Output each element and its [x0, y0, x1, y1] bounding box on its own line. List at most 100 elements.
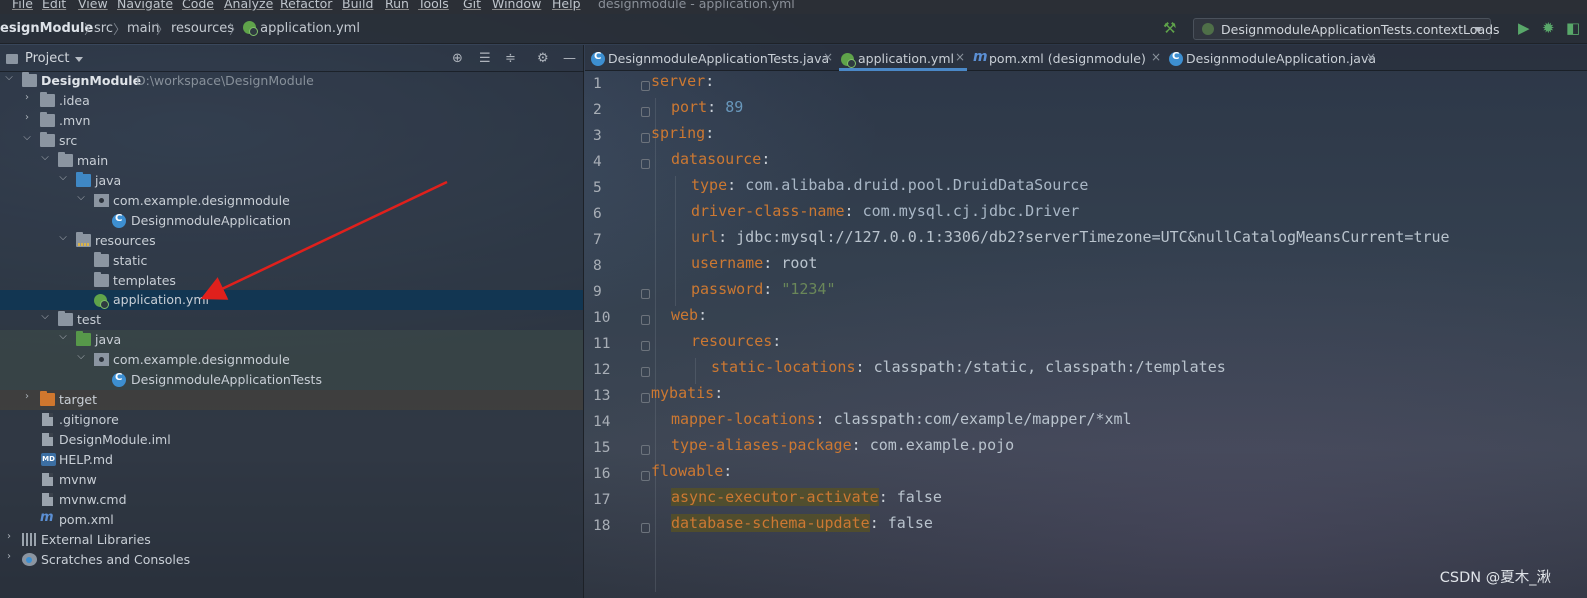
code-line: url: jdbc:mysql://127.0.0.1:3306/db2?ser… — [691, 228, 1450, 254]
tree-item-iml[interactable]: DesignModule.iml — [0, 430, 583, 450]
tree-item-label: test — [77, 312, 102, 327]
menu-help[interactable]: Help — [552, 0, 581, 11]
fold-marker-icon[interactable] — [641, 367, 650, 377]
tree-item-package[interactable]: ⌵ com.example.designmodule — [0, 191, 583, 211]
tab-tests-java[interactable]: DesignmoduleApplicationTests.java × — [585, 45, 835, 71]
folder-icon — [58, 311, 73, 326]
menu-navigate[interactable]: Navigate — [117, 0, 173, 11]
debug-bug-icon[interactable]: ✹ — [1542, 19, 1555, 37]
tree-item-application-class[interactable]: DesignmoduleApplication — [0, 211, 583, 231]
chevron-right-icon[interactable]: › — [22, 112, 32, 123]
menu-analyze[interactable]: Analyze — [224, 0, 273, 11]
tree-item-test-package[interactable]: ⌵ com.example.designmodule — [0, 350, 583, 370]
fold-marker-icon[interactable] — [641, 133, 650, 143]
tree-item-pom[interactable]: m pom.xml — [0, 510, 583, 530]
tree-item-main-java[interactable]: ⌵ java — [0, 171, 583, 191]
tree-item-templates[interactable]: templates — [0, 271, 583, 291]
expand-all-icon[interactable]: ☰ — [479, 51, 491, 66]
fold-marker-icon[interactable] — [641, 471, 650, 481]
tree-item-help-md[interactable]: MD HELP.md — [0, 450, 583, 470]
menu-tools[interactable]: Tools — [418, 0, 449, 11]
fold-marker-icon[interactable] — [641, 523, 650, 533]
menu-code[interactable]: Code — [182, 0, 214, 11]
tree-item-test-java[interactable]: ⌵ java — [0, 330, 583, 350]
tree-item-tests-class[interactable]: DesignmoduleApplicationTests — [0, 370, 583, 390]
locate-target-icon[interactable]: ⊕ — [452, 51, 463, 66]
close-icon[interactable]: × — [1366, 50, 1376, 64]
yaml-colon: : — [869, 514, 888, 532]
tab-application-java[interactable]: DesignmoduleApplication.java × — [1169, 45, 1379, 71]
chevron-down-icon[interactable]: ⌵ — [40, 311, 50, 322]
chevron-down-icon[interactable] — [75, 57, 83, 62]
tree-item-scratches[interactable]: › Scratches and Consoles — [0, 550, 583, 570]
chevron-down-icon[interactable]: ⌵ — [22, 132, 32, 143]
fold-marker-icon[interactable] — [641, 289, 650, 299]
build-hammer-icon[interactable]: ⚒ — [1163, 19, 1176, 37]
code-content[interactable]: server: port: 89 spring: datasource: typ… — [651, 72, 1587, 598]
junit-config-icon — [1202, 23, 1214, 35]
hide-panel-icon[interactable]: — — [563, 51, 576, 66]
tab-application-yml[interactable]: application.yml × — [839, 45, 967, 71]
package-icon — [94, 194, 109, 207]
fold-marker-icon[interactable] — [641, 107, 650, 117]
breadcrumb-file[interactable]: application.yml — [243, 21, 360, 36]
breadcrumb-main[interactable]: main — [127, 21, 159, 36]
menu-run[interactable]: Run — [385, 0, 409, 11]
fold-marker-icon[interactable] — [641, 159, 650, 169]
chevron-down-icon[interactable]: ⌵ — [4, 72, 14, 83]
line-number: 18 — [593, 518, 611, 534]
tree-item-mvnw[interactable]: mvnw — [0, 470, 583, 490]
chevron-down-icon[interactable]: ⌵ — [58, 331, 68, 342]
chevron-right-icon[interactable]: › — [22, 391, 32, 402]
close-icon[interactable]: × — [955, 50, 965, 64]
tree-item-target[interactable]: › target — [0, 390, 583, 410]
menu-refactor[interactable]: Refactor — [280, 0, 332, 11]
fold-marker-icon[interactable] — [641, 341, 650, 351]
chevron-right-icon[interactable]: › — [4, 551, 14, 562]
tree-item-gitignore[interactable]: .gitignore — [0, 410, 583, 430]
tree-item-application-yml[interactable]: application.yml — [0, 290, 583, 310]
tree-item-static[interactable]: static — [0, 251, 583, 271]
close-icon[interactable]: × — [1151, 50, 1161, 64]
menu-file[interactable]: File — [12, 0, 33, 11]
gear-icon[interactable]: ⚙ — [537, 51, 549, 66]
tree-item-project-root[interactable]: ⌵ DesignModule D:\workspace\DesignModule — [0, 71, 583, 91]
chevron-down-icon[interactable]: ⌵ — [58, 172, 68, 183]
tree-item-idea[interactable]: › .idea — [0, 91, 583, 111]
tab-pom-xml[interactable]: m pom.xml (designmodule) × — [973, 45, 1163, 71]
menu-edit[interactable]: Edit — [42, 0, 66, 11]
fold-marker-icon[interactable] — [641, 393, 650, 403]
run-configuration-selector[interactable]: DesignmoduleApplicationTests.contextLoad… — [1193, 18, 1500, 40]
chevron-right-icon[interactable]: › — [4, 531, 14, 542]
yaml-colon: : — [707, 98, 726, 116]
menu-build[interactable]: Build — [342, 0, 373, 11]
breadcrumb-resources[interactable]: resources — [171, 21, 234, 36]
fold-marker-icon[interactable] — [641, 81, 650, 91]
tree-item-src[interactable]: ⌵ src — [0, 131, 583, 151]
menu-view[interactable]: View — [78, 0, 108, 11]
tree-item-mvnw-cmd[interactable]: mvnw.cmd — [0, 490, 583, 510]
tree-item-mvn[interactable]: › .mvn — [0, 111, 583, 131]
tree-item-external-libraries[interactable]: › External Libraries — [0, 530, 583, 550]
close-icon[interactable]: × — [823, 50, 833, 64]
yaml-key: type-aliases-package — [671, 436, 852, 454]
breadcrumb-project[interactable]: esignModule — [0, 21, 93, 36]
chevron-down-icon[interactable]: ⌵ — [40, 152, 50, 163]
tree-item-main[interactable]: ⌵ main — [0, 151, 583, 171]
run-icon[interactable]: ▶ — [1518, 19, 1530, 37]
tree-item-test[interactable]: ⌵ test — [0, 310, 583, 330]
breadcrumb-src[interactable]: src — [94, 21, 113, 36]
menu-git[interactable]: Git — [463, 0, 481, 11]
chevron-down-icon[interactable]: ⌵ — [76, 351, 86, 362]
tree-item-resources[interactable]: ⌵ resources — [0, 231, 583, 251]
tree-item-label: Scratches and Consoles — [41, 552, 191, 567]
fold-marker-icon[interactable] — [641, 445, 650, 455]
coverage-icon[interactable]: ◧ — [1566, 19, 1580, 37]
chevron-down-icon[interactable]: ⌵ — [76, 192, 86, 203]
chevron-right-icon[interactable]: › — [22, 92, 32, 103]
menu-window[interactable]: Window — [492, 0, 541, 11]
chevron-down-icon[interactable]: ⌵ — [58, 232, 68, 243]
fold-marker-icon[interactable] — [641, 315, 650, 325]
project-panel-title[interactable]: Project — [25, 51, 69, 66]
collapse-all-icon[interactable]: ≑ — [505, 51, 516, 66]
